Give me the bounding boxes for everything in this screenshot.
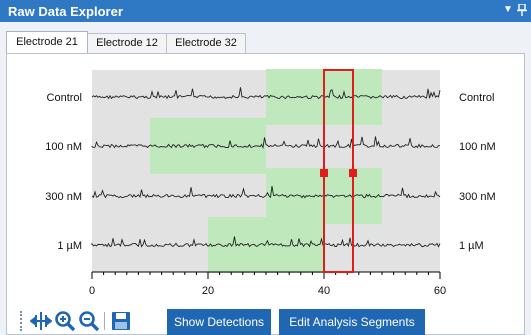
row-label-left: Control [47, 92, 82, 104]
pan-zoom-icon[interactable] [29, 310, 53, 332]
tab-label: Electrode 21 [16, 36, 78, 48]
save-icon[interactable] [110, 310, 132, 332]
x-tick-label: 20 [202, 285, 214, 297]
edit-segments-label: Edit Analysis Segments [289, 315, 415, 329]
toolbar-separator [104, 312, 105, 330]
edit-analysis-segments-button[interactable]: Edit Analysis Segments [279, 309, 425, 335]
row-label-right: Control [459, 92, 494, 104]
row-label-left: 1 µM [57, 240, 82, 252]
x-tick-label: 0 [89, 285, 95, 297]
x-tick-label: 60 [434, 285, 446, 297]
zoom-out-icon[interactable] [78, 310, 100, 332]
row-label-left: 100 nM [45, 141, 82, 153]
selection-handle-left [320, 169, 328, 177]
toolbar-grip[interactable] [20, 311, 26, 331]
tab-electrode-21[interactable]: Electrode 21 [6, 31, 88, 53]
selection-handle-right [349, 169, 357, 177]
show-detections-label: Show Detections [173, 315, 265, 329]
row-label-right: 100 nM [459, 141, 496, 153]
zoom-in-icon[interactable] [54, 310, 76, 332]
row-label-right: 300 nM [459, 191, 496, 203]
row-label-left: 300 nM [45, 191, 82, 203]
row-label-right: 1 µM [459, 240, 484, 252]
x-tick-label: 40 [318, 285, 330, 297]
show-detections-button[interactable]: Show Detections [167, 309, 271, 335]
